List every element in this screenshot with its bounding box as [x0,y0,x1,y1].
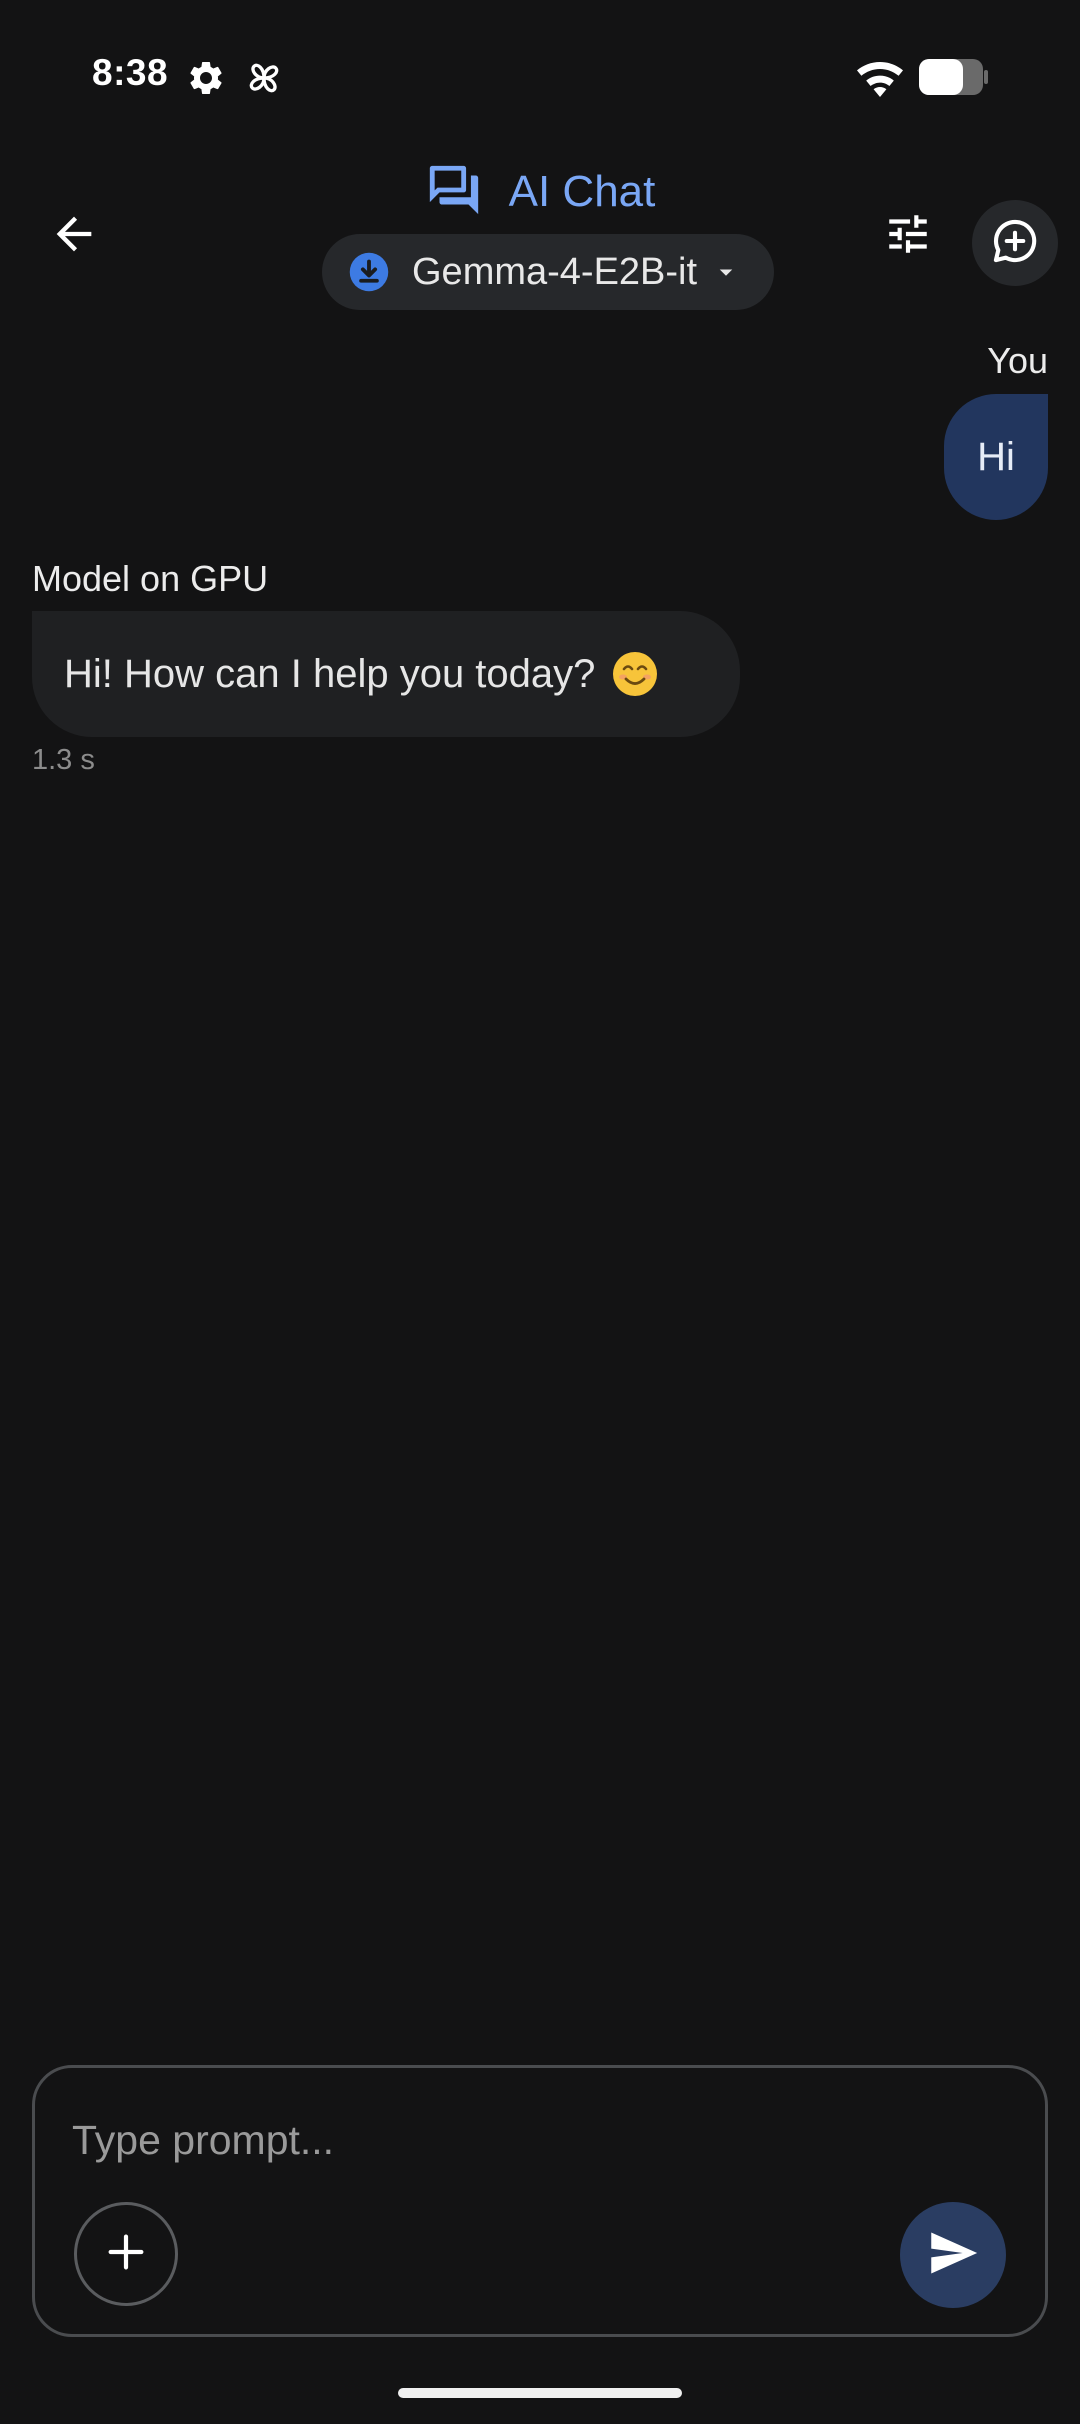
plus-icon [103,2229,149,2280]
send-icon [924,2224,982,2287]
forum-icon [425,161,483,224]
send-button[interactable] [900,2202,1006,2308]
settings-gear-icon [186,58,226,98]
new-chat-button[interactable] [972,200,1058,286]
home-indicator[interactable] [398,2388,682,2398]
pinwheel-icon [244,58,284,98]
model-selector[interactable]: Gemma-4-E2B-it [322,234,774,310]
user-message-label: You [987,340,1048,381]
status-time: 8:38 [92,52,169,93]
smiling-face-emoji [611,650,659,698]
prompt-input[interactable] [72,2110,952,2170]
battery-icon [918,58,990,96]
wifi-icon [856,58,904,98]
model-selector-label: Gemma-4-E2B-it [412,250,698,293]
tune-sliders-icon [883,209,933,264]
model-message-bubble: Hi! How can I help you today? [32,611,740,737]
model-message-text: Hi! How can I help you today? [64,651,596,696]
model-message-label: Model on GPU [32,558,269,599]
response-latency: 1.3 s [32,744,95,776]
model-settings-button[interactable] [872,200,944,272]
user-message-text: Hi [977,434,1015,479]
add-attachment-button[interactable] [74,2202,178,2306]
composer-panel [32,2065,1048,2337]
user-message-bubble: Hi [944,394,1048,520]
add-comment-icon [989,215,1041,272]
download-circle-icon [348,251,390,293]
arrow-drop-down-icon [711,257,741,287]
title-text: AI Chat [508,167,656,216]
